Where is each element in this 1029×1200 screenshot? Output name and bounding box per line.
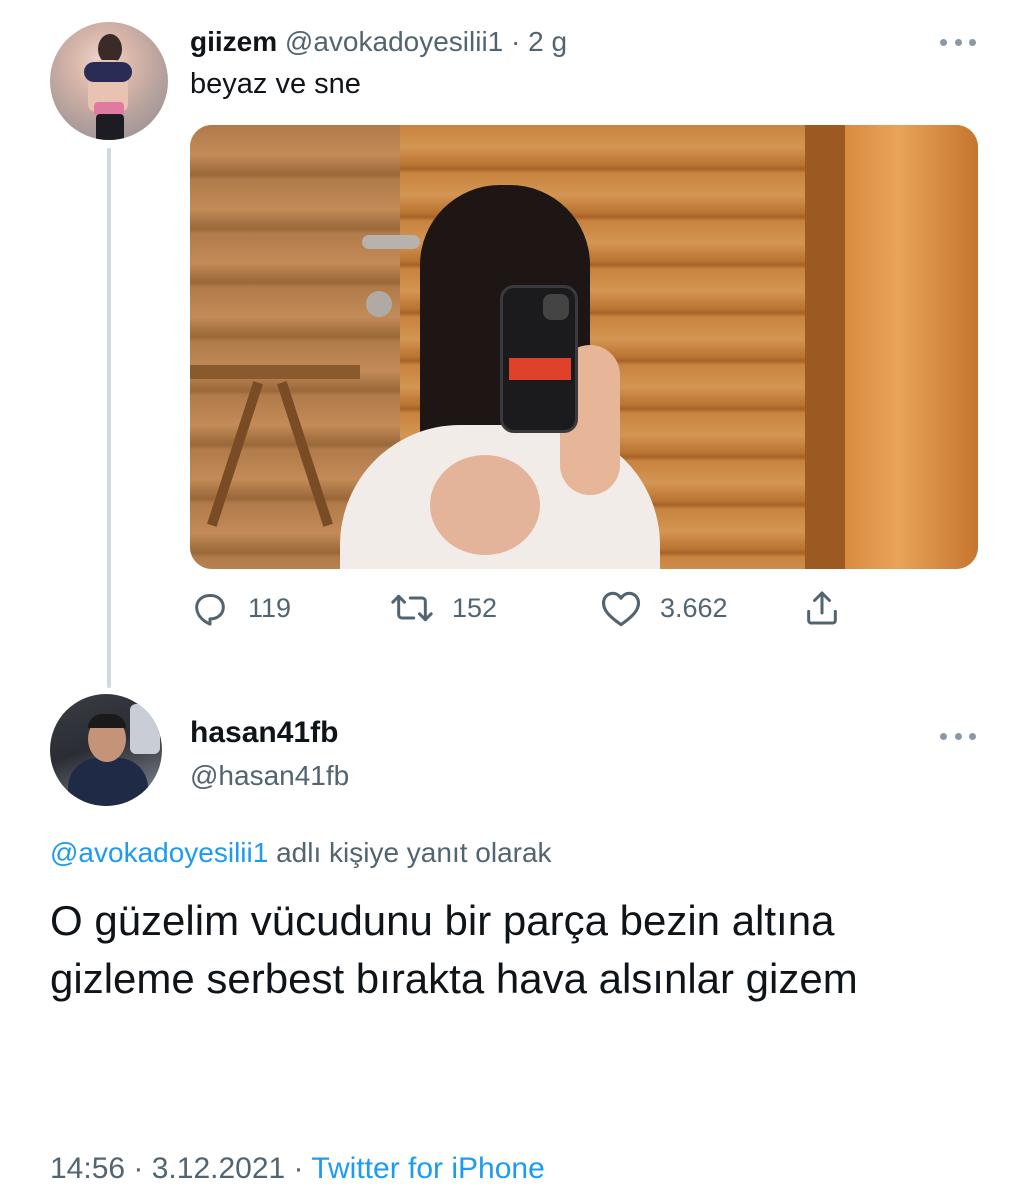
tweet-date[interactable]: 3.12.2021 <box>152 1152 285 1185</box>
tweet1-more-dots-icon[interactable] <box>940 34 976 50</box>
tweet1-photo[interactable] <box>190 125 978 569</box>
tweet2-meta: 14:56 · 3.12.2021 · Twitter for iPhone <box>50 1152 545 1186</box>
like-count: 3.662 <box>660 592 728 623</box>
thread-connector-line <box>107 148 111 688</box>
heart-icon <box>600 588 642 628</box>
reply-button[interactable]: 119 <box>190 588 291 628</box>
retweet-button[interactable]: 152 <box>390 588 497 628</box>
replying-to-line: @avokadoyesilii1 adlı kişiye yanıt olara… <box>50 837 552 869</box>
tweet1-text: beyaz ve sne <box>190 68 361 100</box>
reply-mention-link[interactable]: @avokadoyesilii1 <box>50 837 268 868</box>
reply-to-suffix: adlı kişiye yanıt olarak <box>268 837 552 868</box>
like-button[interactable]: 3.662 <box>600 588 728 628</box>
tweet2-more-dots-icon[interactable] <box>940 728 976 744</box>
tweet1-action-bar: 119 152 3.662 <box>190 588 850 632</box>
avatar-hasan41fb[interactable] <box>50 694 162 806</box>
tweet1-header: giizem @avokadoyesilii1 · 2 g <box>190 26 567 58</box>
meta-separator: · <box>125 1152 152 1185</box>
tweet-source-link[interactable]: Twitter for iPhone <box>311 1152 544 1185</box>
tweet2-handle[interactable]: @hasan41fb <box>190 760 349 792</box>
tweet2-text: O güzelim vücudunu bir parça bezin altın… <box>50 897 858 1002</box>
tweet2-display-name[interactable]: hasan41fb <box>190 716 338 750</box>
tweet-time[interactable]: 14:56 <box>50 1152 125 1185</box>
share-icon <box>802 588 842 628</box>
meta-separator: · <box>285 1152 312 1185</box>
tweet1-display-name[interactable]: giizem <box>190 26 277 57</box>
tweet1-handle[interactable]: @avokadoyesilii1 <box>285 26 503 57</box>
retweet-count: 152 <box>452 592 498 623</box>
tweet1-age[interactable]: 2 g <box>528 26 567 57</box>
tweet-thread-page: giizem @avokadoyesilii1 · 2 g beyaz ve s… <box>0 0 1029 1200</box>
reply-count: 119 <box>248 592 292 623</box>
avatar-giizem[interactable] <box>50 22 168 140</box>
share-button[interactable] <box>802 588 842 628</box>
reply-icon <box>190 588 230 628</box>
tweet1-separator: · <box>503 26 529 57</box>
retweet-icon <box>390 588 434 628</box>
